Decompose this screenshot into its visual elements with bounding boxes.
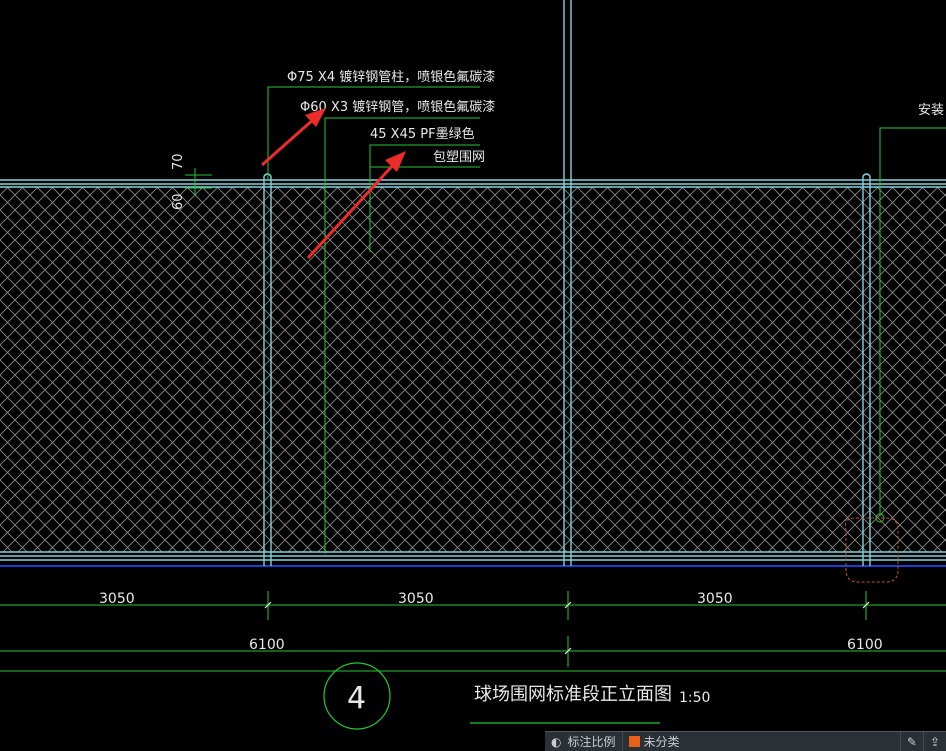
red-arrow-1 xyxy=(261,108,326,167)
annotation-install-note: 安装 xyxy=(918,103,944,118)
layer-label: 未分类 xyxy=(643,735,680,749)
dimension-lines xyxy=(0,591,946,672)
drawing-title: 球场围网标准段正立面图 xyxy=(474,684,672,705)
annotation-scale-control[interactable]: ◐ 标注比例 xyxy=(545,732,623,751)
dimension-70: 70 xyxy=(171,153,186,170)
fence-mesh xyxy=(0,187,946,552)
cad-status-bar: ◐ 标注比例 未分类 ✎ ⇪ xyxy=(545,731,946,751)
layer-dropdown[interactable]: 未分类 xyxy=(623,732,901,751)
top-rail xyxy=(0,179,946,188)
detail-number: 4 xyxy=(347,681,366,716)
dimension-segment-2: 3050 xyxy=(398,591,434,607)
annotation-scale-label: 标注比例 xyxy=(567,735,616,749)
upload-icon[interactable]: ⇪ xyxy=(924,732,946,751)
drawing-scale: 1:50 xyxy=(679,690,710,706)
annotation-mesh-spec: 45 X45 PF墨绿色 xyxy=(370,126,475,142)
dimension-60: 60 xyxy=(171,193,186,210)
dimension-segment-3: 3050 xyxy=(697,591,733,607)
dimension-ticks xyxy=(264,601,870,655)
dimension-span-1: 6100 xyxy=(249,637,285,653)
dimension-span-2: 6100 xyxy=(847,637,883,653)
cad-drawing-canvas[interactable]: Φ75 X4 镀锌钢管柱，喷银色氟碳漆 Φ60 X3 镀锌钢管，喷银色氟碳漆 4… xyxy=(0,0,946,750)
dimension-segment-1: 3050 xyxy=(99,591,135,607)
annotate-tool-icon[interactable]: ✎ xyxy=(901,732,924,751)
annotation-mesh-type: 包塑围网 xyxy=(433,150,485,165)
annotation-visibility-icon: ◐ xyxy=(551,734,562,749)
bottom-rail xyxy=(0,551,946,561)
annotation-post: Φ75 X4 镀锌钢管柱，喷银色氟碳漆 xyxy=(287,69,495,85)
annotation-pipe: Φ60 X3 镀锌钢管，喷银色氟碳漆 xyxy=(300,99,495,115)
layer-color-swatch xyxy=(628,736,640,747)
